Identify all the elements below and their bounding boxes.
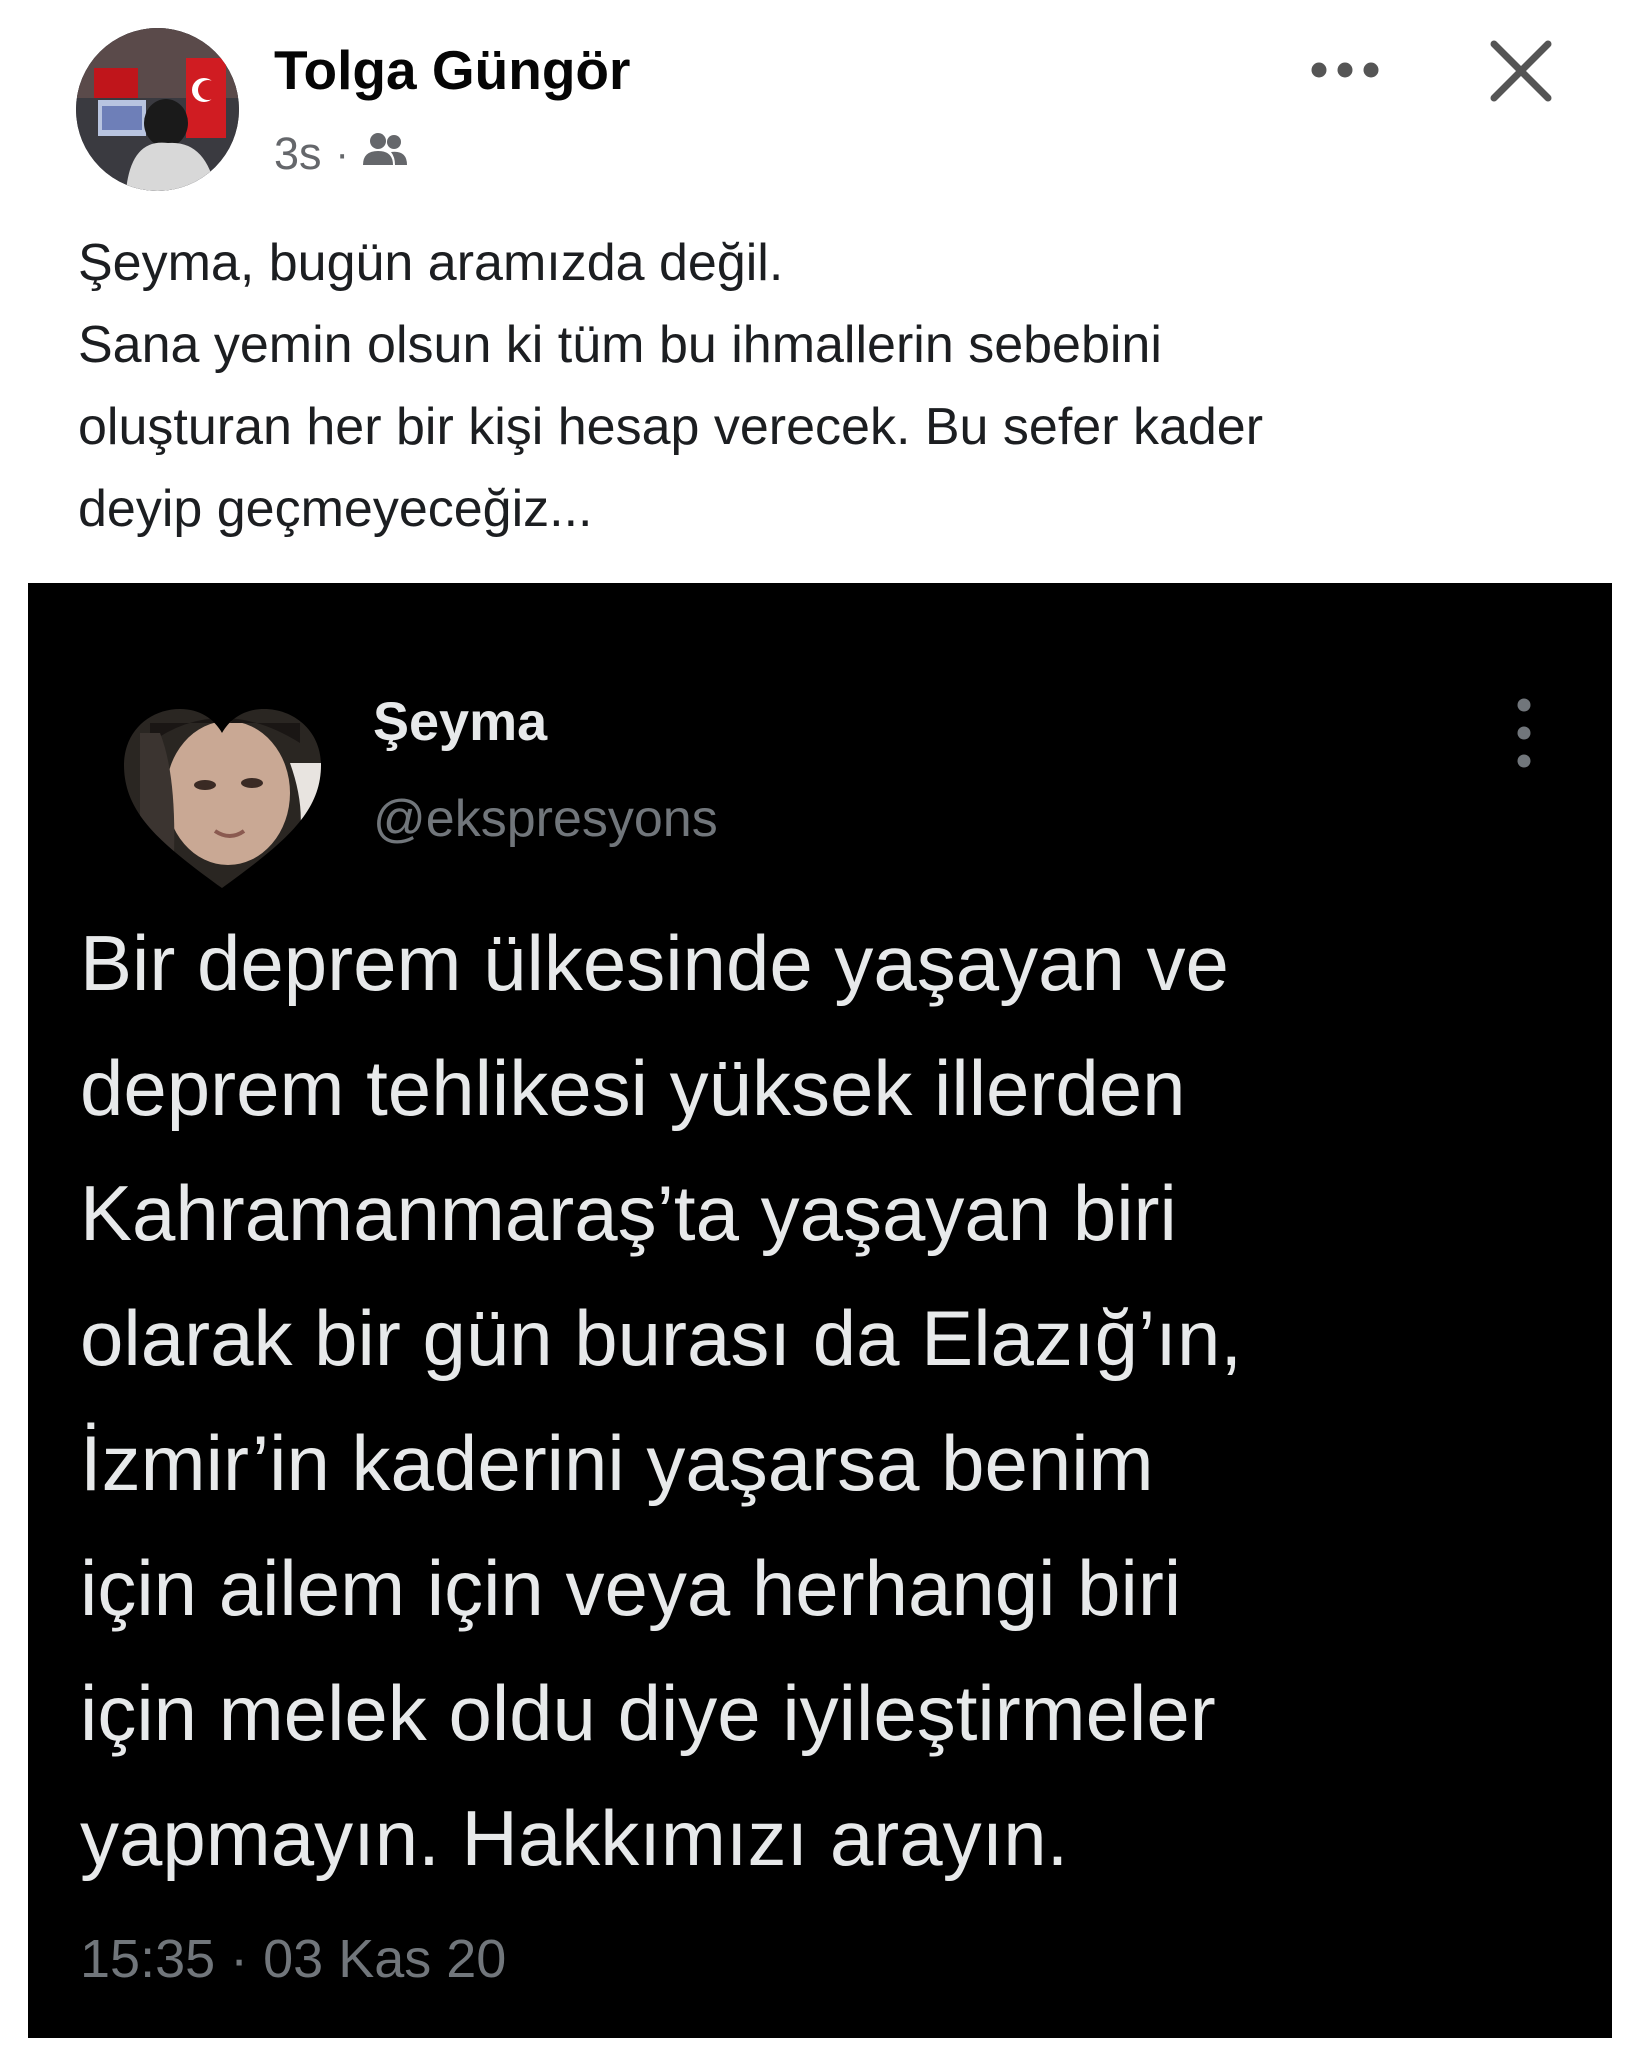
author-name[interactable]: Tolga Güngör — [274, 38, 630, 102]
tweet-text-line: Bir deprem ülkesinde yaşayan ve — [80, 919, 1229, 1007]
post-text-line: deyip geçmeyeceğiz... — [78, 480, 593, 538]
post-time[interactable]: 3s — [274, 128, 322, 180]
post-meta: 3s · — [274, 124, 409, 184]
post-header: Tolga Güngör 3s · — [0, 0, 1637, 200]
tweet-text-line: yapmayın. Hakkımızı arayın. — [80, 1794, 1069, 1882]
tweet-timestamp: 15:35 · 03 Kas 20 — [80, 1929, 507, 1989]
tweet-body: Bir deprem ülkesinde yaşayan ve deprem t… — [80, 901, 1600, 1901]
more-horizontal-icon — [1311, 62, 1379, 78]
tweet-more-button — [1506, 691, 1542, 775]
tweet-text-line: deprem tehlikesi yüksek illerden — [80, 1044, 1186, 1132]
post-text-line: Şeyma, bugün aramızda değil. — [78, 234, 784, 292]
post-text-line: oluşturan her bir kişi hesap verecek. Bu… — [78, 398, 1264, 456]
friends-icon[interactable] — [361, 128, 409, 180]
author-avatar-photo — [76, 28, 239, 191]
tweet-avatar — [120, 703, 325, 893]
tweet-text-line: Kahramanmaraş’ta yaşayan biri — [80, 1169, 1177, 1257]
close-button[interactable] — [1480, 30, 1562, 112]
tweet-text-line: için melek oldu diye iyileştirmeler — [80, 1669, 1216, 1757]
more-vertical-icon — [1517, 698, 1531, 768]
tweet-text-line: İzmir’in kaderini yaşarsa benim — [80, 1419, 1154, 1507]
tweet-author-handle: @ekspresyons — [373, 790, 718, 848]
tweet-screenshot[interactable]: Şeyma @ekspresyons Bir deprem ülkesinde … — [28, 583, 1612, 2038]
close-icon — [1490, 40, 1552, 102]
author-avatar[interactable] — [76, 28, 239, 191]
tweet-author-name: Şeyma — [373, 692, 548, 752]
more-options-button[interactable] — [1300, 40, 1390, 100]
post-text: Şeyma, bugün aramızda değil. Sana yemin … — [78, 222, 1558, 550]
tweet-text-line: olarak bir gün burası da Elazığ’ın, — [80, 1294, 1243, 1382]
post-text-line: Sana yemin olsun ki tüm bu ihmallerin se… — [78, 316, 1162, 374]
heart-avatar-photo — [124, 709, 321, 888]
meta-separator: · — [335, 131, 349, 176]
tweet-text-line: için ailem için veya herhangi biri — [80, 1544, 1182, 1632]
